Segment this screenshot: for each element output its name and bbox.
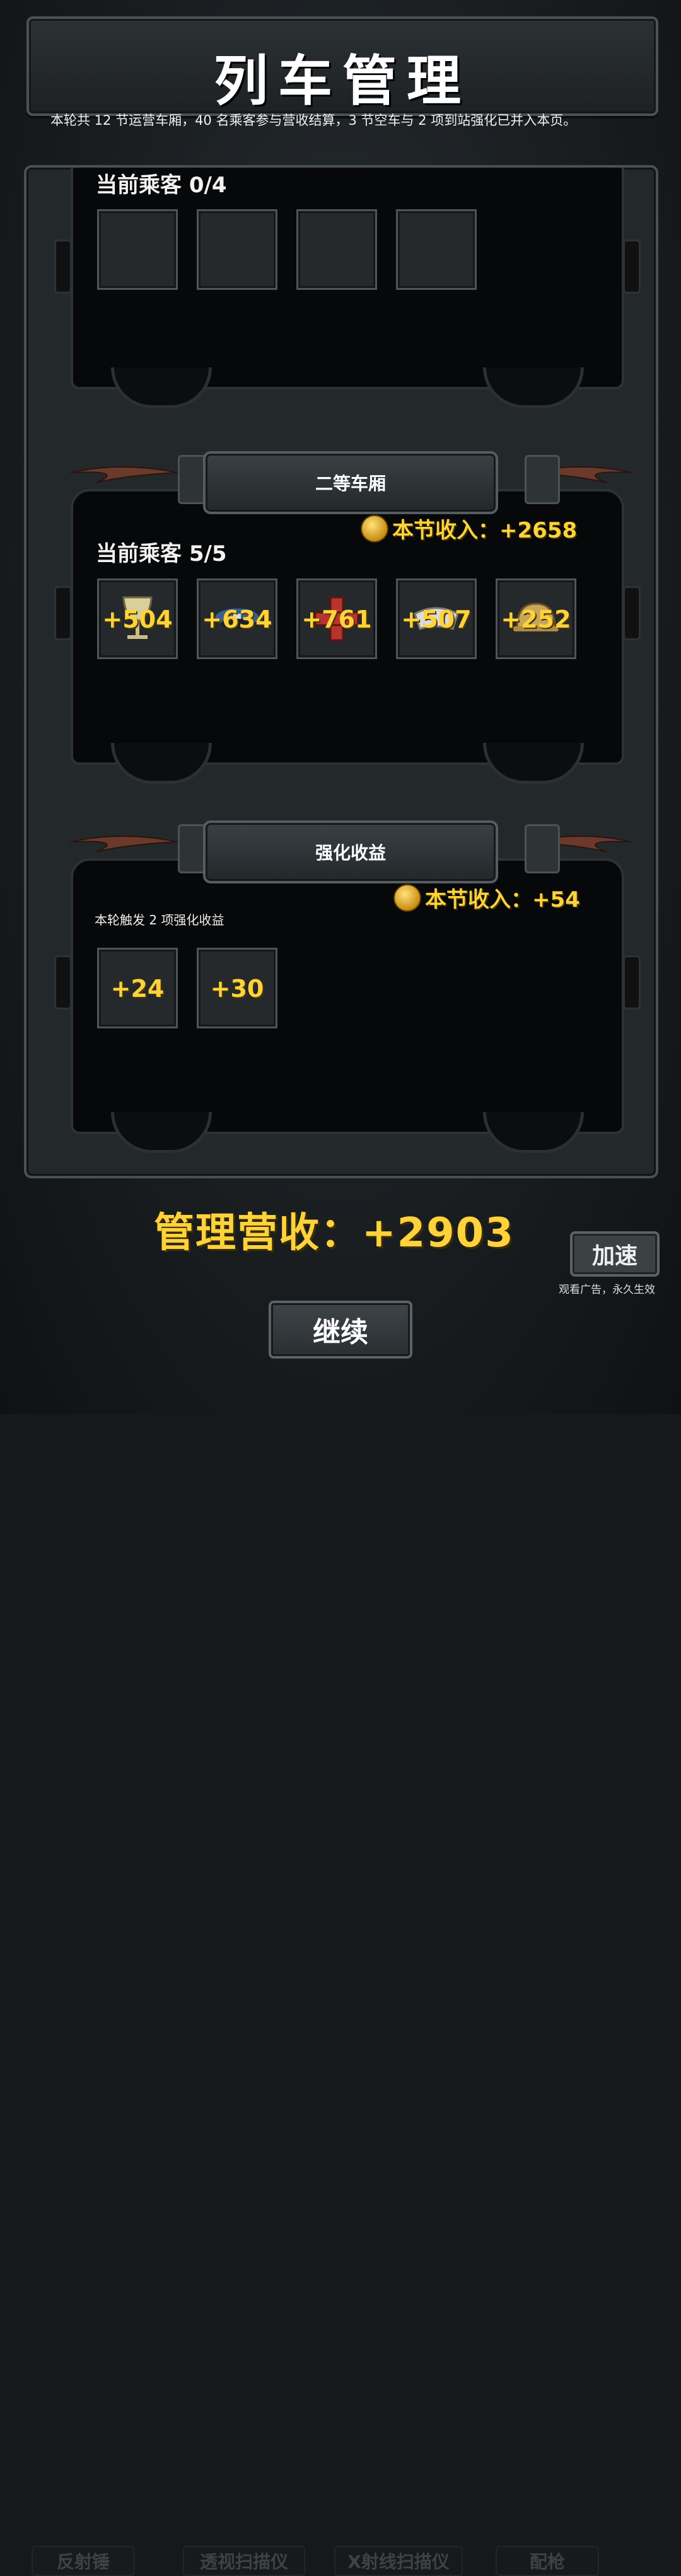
bumper-right — [623, 955, 641, 1009]
carriage-income-label: 本节收入：+54 — [425, 887, 580, 912]
horn-ornament-left — [71, 836, 178, 853]
upgrade-slot[interactable]: +30 — [197, 948, 277, 1028]
upgrade-income: +30 — [210, 975, 264, 1003]
passenger-slot[interactable]: +761 — [296, 578, 377, 659]
bumper-right — [623, 239, 641, 294]
carriage-list-panel[interactable]: 当前乘客 0/4 二等车厢 本节收入：+2658 当前乘客 5/5 +504 +… — [24, 165, 658, 1178]
passenger-slot-empty[interactable] — [396, 209, 477, 290]
bg-label-1: 反射锤 — [32, 2546, 135, 2576]
bumper-left — [54, 955, 72, 1009]
carriage-header-second-class: 二等车厢 — [203, 451, 498, 514]
total-revenue: 管理营收：+2903 — [154, 1210, 515, 1256]
round-summary: 本轮共 12 节运营车厢，40 名乘客参与营收结算，3 节空车与 2 项到站强化… — [50, 113, 577, 128]
passenger-slot[interactable]: +634 — [197, 578, 277, 659]
bumper-left — [54, 239, 72, 294]
passenger-income: +761 — [301, 606, 372, 633]
bg-label-3: X射线扫描仪 — [334, 2546, 463, 2576]
coin-icon — [361, 514, 388, 543]
carriage-income-label: 本节收入：+2658 — [392, 518, 578, 543]
passenger-slot-empty[interactable] — [197, 209, 277, 290]
passenger-income: +504 — [102, 606, 173, 633]
carriage-header-label: 强化收益 — [315, 842, 386, 863]
horn-ornament-left — [71, 466, 178, 483]
upgrades-note: 本轮触发 2 项强化收益 — [95, 912, 224, 928]
upgrade-income: +24 — [110, 975, 165, 1003]
carriage-income-upgrades: 本节收入：+54 — [393, 882, 580, 913]
passenger-count-empty: 当前乘客 0/4 — [96, 173, 227, 198]
upgrade-slot[interactable]: +24 — [97, 948, 178, 1028]
carriage-income-second: 本节收入：+2658 — [361, 513, 577, 544]
passenger-slot[interactable]: +507 — [396, 578, 477, 659]
plate-bracket-right — [525, 455, 560, 504]
wheel-left — [111, 367, 212, 408]
bumper-left — [54, 586, 72, 640]
wheel-left — [111, 1112, 212, 1153]
coin-icon — [393, 883, 421, 912]
speed-up-note: 观看广告，永久生效 — [559, 1284, 655, 1296]
bumper-right — [623, 586, 641, 640]
page-title: 列车管理 — [214, 50, 471, 113]
bg-label-4: 配枪 — [496, 2546, 599, 2576]
carriage-header-label: 二等车厢 — [315, 473, 386, 494]
wheel-left — [111, 743, 212, 784]
title-bar: 列车管理 — [26, 16, 658, 116]
plate-bracket-right — [525, 824, 560, 873]
wheel-right — [483, 1112, 584, 1153]
passenger-income: +634 — [202, 606, 272, 633]
passenger-income: +507 — [401, 606, 472, 633]
continue-button[interactable]: 继续 — [269, 1301, 412, 1359]
speed-up-button[interactable]: 加速 — [570, 1231, 660, 1277]
passenger-count-second: 当前乘客 5/5 — [96, 541, 227, 566]
wheel-right — [483, 743, 584, 784]
bg-label-2: 透视扫描仪 — [183, 2546, 305, 2576]
passenger-slot-empty[interactable] — [296, 209, 377, 290]
passenger-income: +252 — [501, 606, 571, 633]
carriage-header-upgrades: 强化收益 — [203, 820, 498, 883]
wheel-right — [483, 367, 584, 408]
passenger-slot[interactable]: +252 — [496, 578, 576, 659]
passenger-slot-empty[interactable] — [97, 209, 178, 290]
passenger-slot[interactable]: +504 — [97, 578, 178, 659]
